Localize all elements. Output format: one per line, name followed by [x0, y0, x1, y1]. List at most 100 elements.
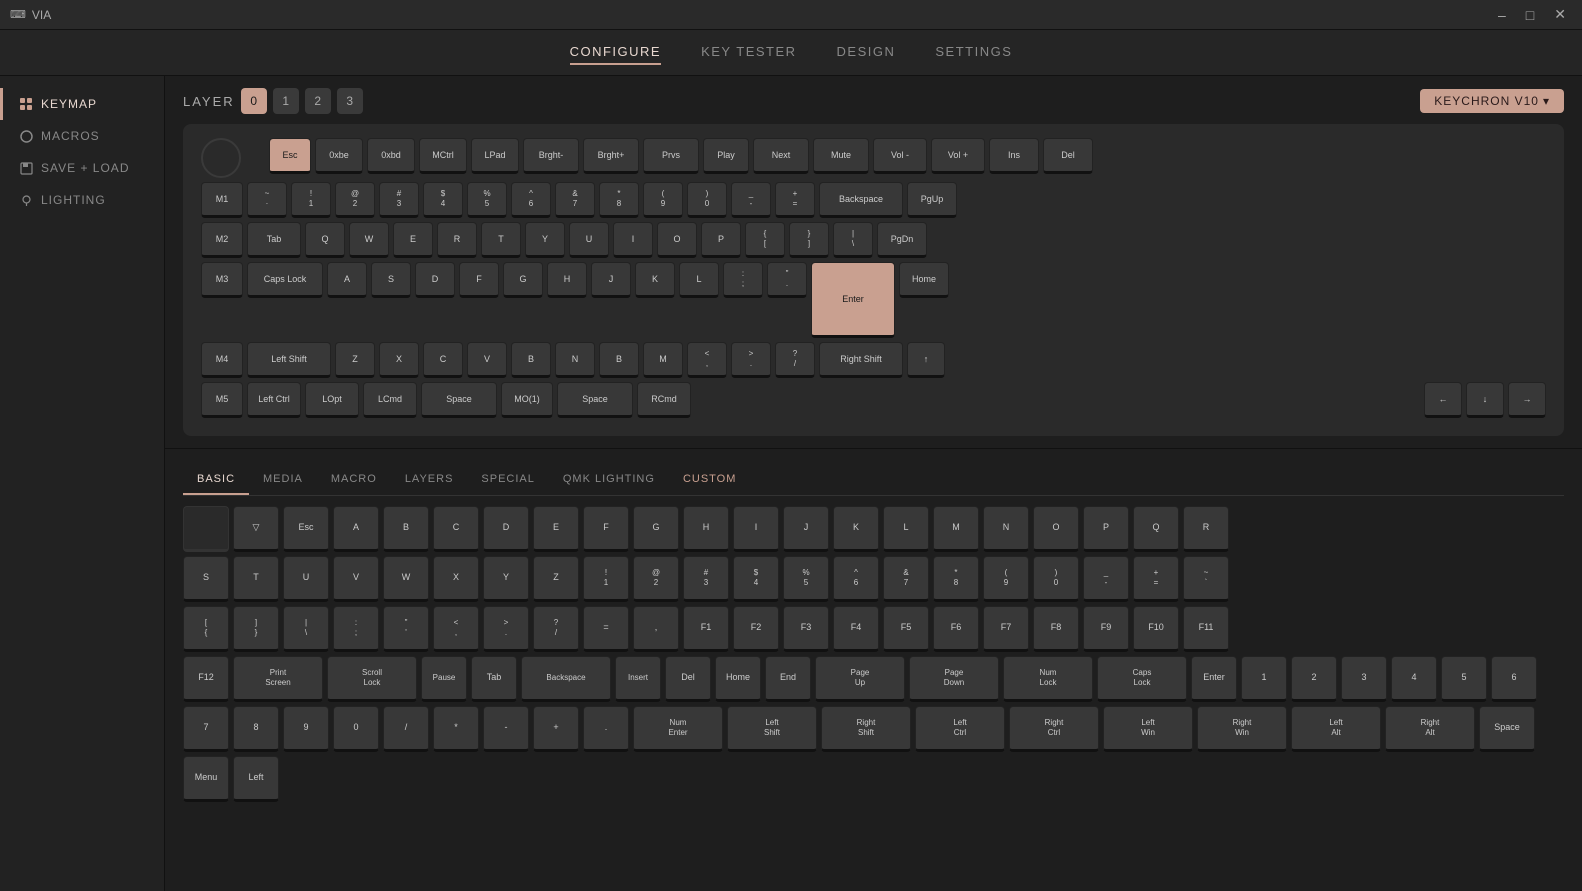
- key-y[interactable]: Y: [525, 222, 565, 258]
- keycap-b[interactable]: B: [383, 506, 429, 552]
- cat-macro[interactable]: MACRO: [317, 465, 391, 495]
- key-arrow-right[interactable]: →: [1508, 382, 1546, 418]
- key-1[interactable]: !1: [291, 182, 331, 218]
- keycap-z[interactable]: Z: [533, 556, 579, 602]
- key-caps[interactable]: Caps Lock: [247, 262, 323, 298]
- keycap-t[interactable]: T: [233, 556, 279, 602]
- key-enter[interactable]: Enter: [811, 262, 895, 338]
- key-lopt[interactable]: LOpt: [305, 382, 359, 418]
- keycap-equals[interactable]: =: [583, 606, 629, 652]
- cat-custom[interactable]: CUSTOM: [669, 465, 750, 495]
- cat-basic[interactable]: BASIC: [183, 465, 249, 495]
- keycap-space[interactable]: Space: [1479, 706, 1535, 752]
- keycap-num5[interactable]: 5: [1441, 656, 1487, 702]
- key-n[interactable]: N: [555, 342, 595, 378]
- keycap-f4[interactable]: F4: [833, 606, 879, 652]
- key-minus[interactable]: _-: [731, 182, 771, 218]
- keycap-insert[interactable]: Insert: [615, 656, 661, 702]
- key-p[interactable]: P: [701, 222, 741, 258]
- key-space-left[interactable]: Space: [421, 382, 497, 418]
- keycap-num-slash[interactable]: /: [383, 706, 429, 752]
- cat-layers[interactable]: LAYERS: [391, 465, 468, 495]
- key-equal[interactable]: +=: [775, 182, 815, 218]
- keycap-lt[interactable]: <,: [433, 606, 479, 652]
- nav-settings[interactable]: SETTINGS: [935, 40, 1012, 65]
- layer-btn-3[interactable]: 3: [337, 88, 363, 114]
- key-m4[interactable]: M4: [201, 342, 243, 378]
- keycap-page-up[interactable]: PageUp: [815, 656, 905, 702]
- keycap-rp0[interactable]: )0: [1033, 556, 1079, 602]
- keycap-page-down[interactable]: PageDown: [909, 656, 999, 702]
- key-arrow-left[interactable]: ←: [1424, 382, 1462, 418]
- keycap-question[interactable]: ?/: [533, 606, 579, 652]
- keycap-right-ctrl[interactable]: RightCtrl: [1009, 706, 1099, 752]
- key-del[interactable]: Del: [1043, 138, 1093, 174]
- keycap-u[interactable]: U: [283, 556, 329, 602]
- key-mo1[interactable]: MO(1): [501, 382, 553, 418]
- keycap-rbrace[interactable]: ]}: [233, 606, 279, 652]
- keycap-hash3[interactable]: #3: [683, 556, 729, 602]
- keycap-f3[interactable]: F3: [783, 606, 829, 652]
- sidebar-item-lighting[interactable]: LIGHTING: [0, 184, 164, 216]
- key-4[interactable]: $4: [423, 182, 463, 218]
- key-quote[interactable]: ".: [767, 262, 807, 298]
- keycap-p[interactable]: P: [1083, 506, 1129, 552]
- key-semicolon[interactable]: :;: [723, 262, 763, 298]
- keycap-j[interactable]: J: [783, 506, 829, 552]
- key-m5[interactable]: M5: [201, 382, 243, 418]
- key-left-ctrl[interactable]: Left Ctrl: [247, 382, 301, 418]
- key-u[interactable]: U: [569, 222, 609, 258]
- key-rbracket[interactable]: }]: [789, 222, 829, 258]
- key-right-shift[interactable]: Right Shift: [819, 342, 903, 378]
- sidebar-item-keymap[interactable]: KEYMAP: [0, 88, 164, 120]
- keycap-a[interactable]: A: [333, 506, 379, 552]
- keycap-tab[interactable]: Tab: [471, 656, 517, 702]
- keycap-f[interactable]: F: [583, 506, 629, 552]
- keycap-k[interactable]: K: [833, 506, 879, 552]
- keycap-left-win[interactable]: LeftWin: [1103, 706, 1193, 752]
- keycap-right-win[interactable]: RightWin: [1197, 706, 1287, 752]
- keycap-n[interactable]: N: [983, 506, 1029, 552]
- key-s[interactable]: S: [371, 262, 411, 298]
- keycap-left-ctrl[interactable]: LeftCtrl: [915, 706, 1005, 752]
- key-5[interactable]: %5: [467, 182, 507, 218]
- key-tilde[interactable]: ~·: [247, 182, 287, 218]
- keycap-num1[interactable]: 1: [1241, 656, 1287, 702]
- minimize-button[interactable]: –: [1492, 4, 1512, 25]
- key-2[interactable]: @2: [335, 182, 375, 218]
- key-lcmd[interactable]: LCmd: [363, 382, 417, 418]
- key-k[interactable]: K: [635, 262, 675, 298]
- key-d[interactable]: D: [415, 262, 455, 298]
- key-z[interactable]: Z: [335, 342, 375, 378]
- close-button[interactable]: ✕: [1548, 4, 1572, 25]
- keycap-f5[interactable]: F5: [883, 606, 929, 652]
- key-b-left[interactable]: B: [511, 342, 551, 378]
- keycap-colon[interactable]: :;: [333, 606, 379, 652]
- keycap-num0[interactable]: 0: [333, 706, 379, 752]
- key-vol-[interactable]: Vol -: [873, 138, 927, 174]
- key-prvs[interactable]: Prvs: [643, 138, 699, 174]
- key-m2[interactable]: M2: [201, 222, 243, 258]
- keycap-enter[interactable]: Enter: [1191, 656, 1237, 702]
- keycap-f1[interactable]: F1: [683, 606, 729, 652]
- keycap-del[interactable]: Del: [665, 656, 711, 702]
- keycap-tilde[interactable]: ~`: [1183, 556, 1229, 602]
- keycap-h[interactable]: H: [683, 506, 729, 552]
- keycap-r[interactable]: R: [1183, 506, 1229, 552]
- keycap-amp7[interactable]: &7: [883, 556, 929, 602]
- key-arrow-down[interactable]: ↓: [1466, 382, 1504, 418]
- key-b-right[interactable]: B: [599, 342, 639, 378]
- keycap-left[interactable]: Left: [233, 756, 279, 802]
- keycap-caret6[interactable]: ^6: [833, 556, 879, 602]
- key-brght+[interactable]: Brght+: [583, 138, 639, 174]
- keycap-excl1[interactable]: !1: [583, 556, 629, 602]
- keycap-num7[interactable]: 7: [183, 706, 229, 752]
- keycap-lbrace[interactable]: [{: [183, 606, 229, 652]
- keycap-empty[interactable]: [183, 506, 229, 552]
- keycap-num-plus[interactable]: +: [533, 706, 579, 752]
- key-tab[interactable]: Tab: [247, 222, 301, 258]
- keycap-lp9[interactable]: (9: [983, 556, 1029, 602]
- key-v[interactable]: V: [467, 342, 507, 378]
- layer-btn-2[interactable]: 2: [305, 88, 331, 114]
- keycap-caps-lock[interactable]: CapsLock: [1097, 656, 1187, 702]
